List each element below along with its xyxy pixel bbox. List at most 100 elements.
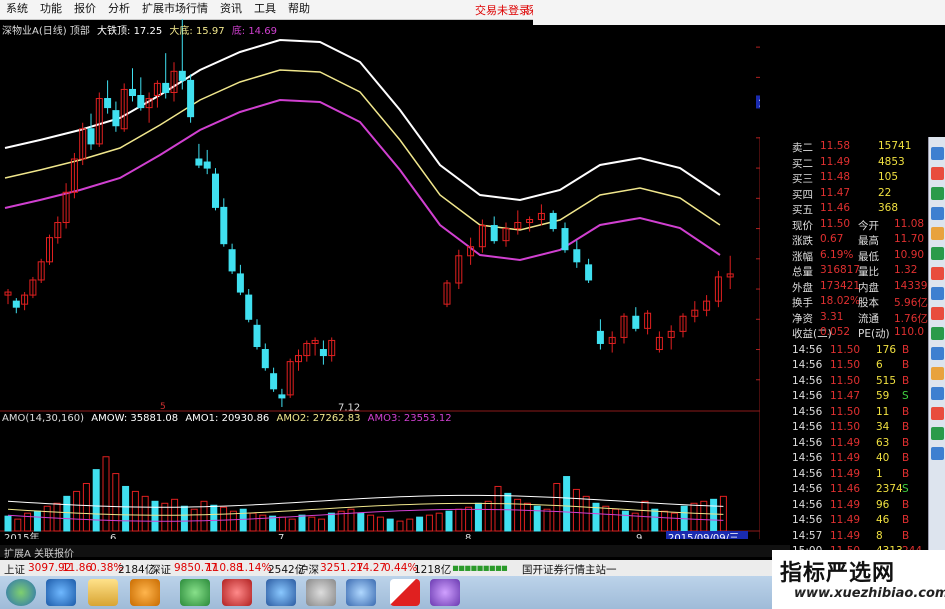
toolbar-tab-icon[interactable] [931, 367, 944, 380]
volume-bar [308, 516, 316, 532]
watermark-title: 指标严选网 [780, 561, 896, 586]
menu-news[interactable]: 资讯 [214, 2, 248, 16]
volume-bar [92, 469, 100, 532]
order-book-row: 买五 11.46 368 [790, 202, 928, 218]
tick-time: 14:56 [792, 452, 823, 464]
candle-body [104, 98, 112, 109]
explorer-folder-icon[interactable] [88, 579, 118, 606]
stat-value: 1.76亿 [894, 312, 928, 325]
volume-bar [710, 498, 718, 532]
tick-price: 11.49 [830, 514, 861, 526]
hs-index-pct: 0.44% [384, 562, 418, 574]
start-orb-icon[interactable] [6, 579, 36, 606]
toolbar-tab-icon[interactable] [931, 267, 944, 280]
toolbar-tab-icon[interactable] [931, 427, 944, 440]
toolbar-tab-icon[interactable] [931, 287, 944, 300]
app-grey-icon[interactable] [306, 579, 336, 606]
tick-row: 14:56 11.50 176 B [790, 344, 928, 360]
chart-area[interactable]: 19.0018.0017.0016.0015.0014.0013.0012.00… [0, 19, 760, 539]
toolbar-tab-icon[interactable] [931, 387, 944, 400]
tick-price: 11.49 [830, 498, 861, 511]
app-green-icon[interactable] [180, 579, 210, 606]
volume-bar [612, 508, 620, 532]
tick-time: 14:56 [792, 374, 823, 387]
tick-time: 14:56 [792, 467, 823, 480]
tick-row: 14:56 11.47 59 S [790, 390, 928, 406]
candle-body [87, 128, 95, 145]
tick-volume: 6 [876, 359, 883, 371]
stat-value: 10.90 [894, 248, 925, 261]
candle-body [261, 349, 269, 369]
toolbar-tab-icon[interactable] [931, 247, 944, 260]
stat-label: 股本 [858, 297, 879, 309]
trading-app-icon[interactable] [390, 579, 420, 606]
login-status[interactable]: 交易未登录 [475, 2, 530, 18]
ie-browser-icon[interactable] [46, 579, 76, 606]
tick-side: B [902, 436, 910, 449]
stat-value: 0.67 [820, 233, 844, 245]
tick-time: 14:56 [792, 483, 823, 495]
quote-panel: 卖二 11.58 15741 买二 11.49 4853 买三 11.48 105 买四 11.47… [790, 140, 934, 557]
tick-side: B [902, 467, 910, 480]
volume-bar [190, 508, 198, 532]
menu-system[interactable]: 系统 [0, 2, 34, 16]
media-player-icon[interactable] [130, 579, 160, 606]
volume-bar [376, 516, 384, 532]
tick-row: 14:56 11.49 1 B [790, 468, 928, 484]
tick-volume: 59 [876, 390, 890, 402]
toolbar-tab-icon[interactable] [931, 327, 944, 340]
toolbar-tab-icon[interactable] [931, 207, 944, 220]
tick-volume: 63 [876, 436, 890, 449]
app-red-icon[interactable] [222, 579, 252, 606]
volume-bar [131, 490, 139, 532]
toolbar-tab-icon[interactable] [931, 447, 944, 460]
tab-related-quote[interactable]: 关联报价 [34, 545, 74, 560]
toolbar-tab-icon[interactable] [931, 307, 944, 320]
order-volume: 105 [878, 171, 899, 183]
amo3-label: AMO3: 23553.12 [367, 413, 452, 424]
volume-bar [396, 520, 404, 532]
candle-body [187, 79, 195, 118]
app-blue-icon[interactable] [266, 579, 296, 606]
stat-value: 6.19% [820, 248, 854, 261]
toolbar-tab-icon[interactable] [931, 147, 944, 160]
stat-value: 18.02% [820, 295, 861, 307]
tick-time: 14:56 [792, 514, 823, 526]
order-price: 11.58 [820, 140, 851, 152]
stat-label: 外盘 [792, 281, 813, 294]
toolbar-tab-icon[interactable] [931, 407, 944, 420]
stat-label: 流通 [858, 312, 879, 325]
candle-body [596, 330, 604, 344]
current-price-label: 17.17 [758, 98, 760, 109]
date-box-label: 2015/09/09/三 [668, 533, 739, 539]
candle-body [195, 158, 203, 166]
marker-annotation: 5 [160, 402, 166, 412]
toolbar-tab-icon[interactable] [931, 347, 944, 360]
volume-bar [347, 508, 355, 532]
sh-index-change: 11.86 [62, 562, 93, 574]
mid-band-label: 大底: 15.97 [169, 26, 225, 37]
stats-row: 净资 3.31 流通 1.76亿 [790, 311, 928, 327]
tab-ext-a[interactable]: 扩展A [4, 545, 31, 560]
candle-body [220, 206, 228, 245]
stat-value: 5.96亿 [894, 297, 928, 309]
toolbar-tab-icon[interactable] [931, 227, 944, 240]
menu-quote[interactable]: 报价 [68, 2, 102, 16]
volume-bar [504, 492, 512, 532]
menu-function[interactable]: 功能 [34, 2, 68, 16]
menu-ext-market[interactable]: 扩展市场行情 [136, 2, 214, 16]
app-blue2-icon[interactable] [346, 579, 376, 606]
tick-row: 14:56 11.50 515 B [790, 375, 928, 391]
volume-bar [180, 505, 188, 532]
app-purple-icon[interactable] [430, 579, 460, 606]
menu-analysis[interactable]: 分析 [102, 2, 136, 16]
menu-help[interactable]: 帮助 [282, 2, 316, 16]
candle-body [212, 173, 219, 208]
toolbar-tab-icon[interactable] [931, 187, 944, 200]
toolbar-tab-icon[interactable] [931, 167, 944, 180]
menu-tools[interactable]: 工具 [248, 2, 282, 16]
tick-volume: 176 [876, 343, 897, 356]
tick-volume: 11 [876, 405, 890, 418]
stats-row: 总量 316817 量比 1.32 [790, 264, 928, 280]
tick-price: 11.50 [830, 374, 861, 387]
